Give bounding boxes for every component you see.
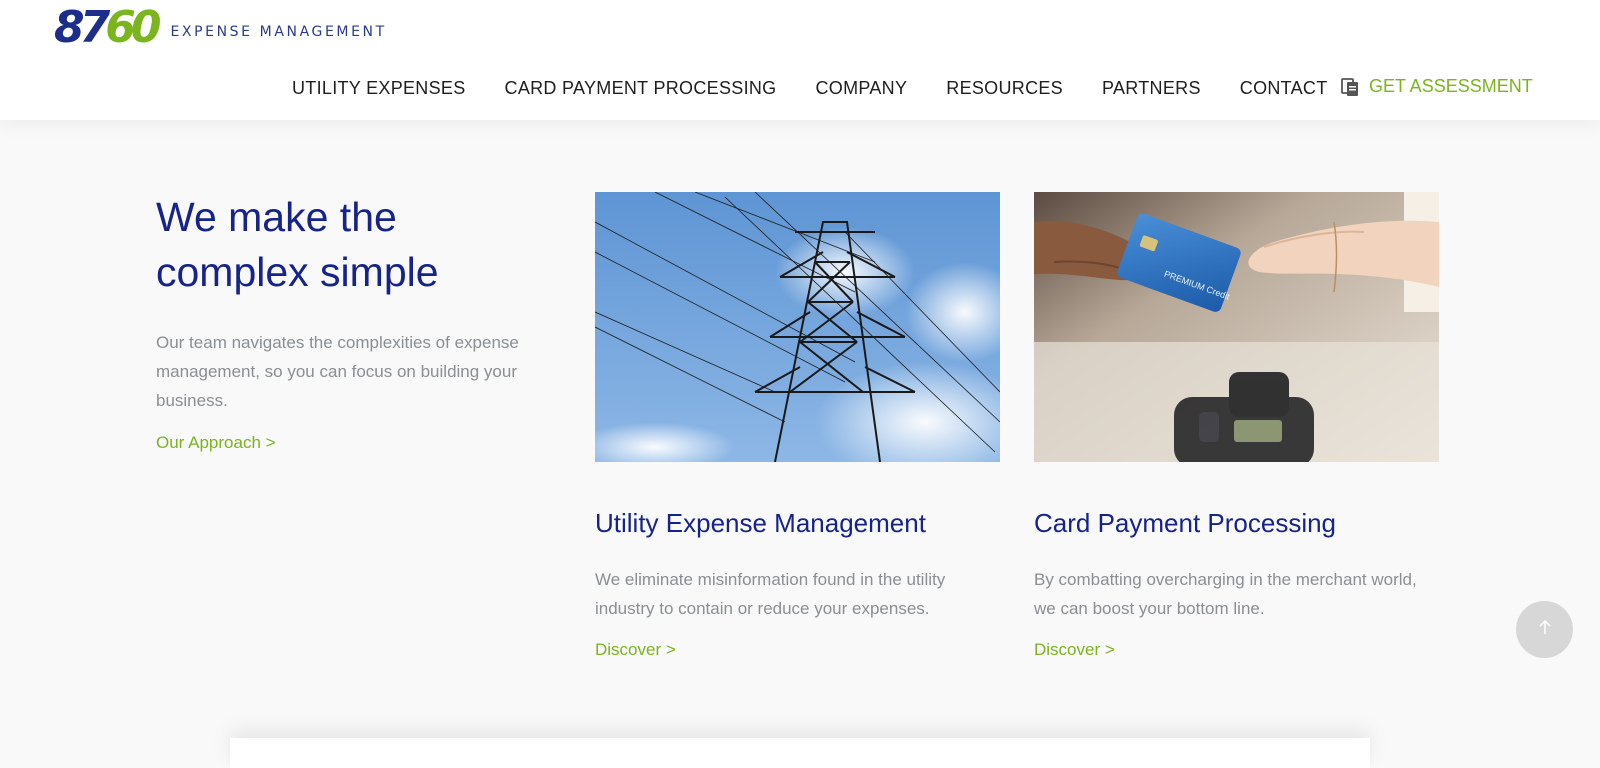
logo-number: 8760 <box>54 2 161 53</box>
card-payment-card-title[interactable]: Card Payment Processing <box>1034 508 1439 539</box>
get-assessment-button[interactable]: GET ASSESSMENT <box>1340 76 1533 97</box>
main-nav: UTILITY EXPENSES CARD PAYMENT PROCESSING… <box>292 78 1367 99</box>
power-line-tower-image[interactable] <box>595 192 1000 462</box>
nav-contact[interactable]: CONTACT <box>1240 78 1328 99</box>
nav-company[interactable]: COMPANY <box>815 78 907 99</box>
card-payment-card: PREMIUM Credit Card Payment Processing B… <box>1034 192 1439 660</box>
logo-number-blue: 87 <box>54 2 110 53</box>
get-assessment-label: GET ASSESSMENT <box>1369 76 1533 96</box>
clipboard-icon <box>1340 77 1360 97</box>
nav-resources[interactable]: RESOURCES <box>946 78 1063 99</box>
nav-partners[interactable]: PARTNERS <box>1102 78 1201 99</box>
utility-discover-link[interactable]: Discover > <box>595 640 676 660</box>
utility-card: Utility Expense Management We eliminate … <box>595 192 1000 660</box>
card-payment-card-text: By combatting overcharging in the mercha… <box>1034 570 1417 618</box>
site-header: 8760 EXPENSE MANAGEMENT UTILITY EXPENSES… <box>0 0 1600 120</box>
logo-number-green: 60 <box>105 2 161 53</box>
credit-card-handoff-image[interactable]: PREMIUM Credit <box>1034 192 1439 462</box>
scroll-to-top-button[interactable] <box>1516 601 1573 658</box>
arrow-up-icon <box>1536 618 1554 641</box>
intro-title: We make the complex simple <box>156 194 439 295</box>
nav-utility-expenses[interactable]: UTILITY EXPENSES <box>292 78 466 99</box>
utility-card-text: We eliminate misinformation found in the… <box>595 570 946 618</box>
utility-card-title[interactable]: Utility Expense Management <box>595 508 1000 539</box>
next-section-edge <box>230 738 1370 768</box>
logo-text: EXPENSE MANAGEMENT <box>170 24 387 40</box>
card-payment-discover-link[interactable]: Discover > <box>1034 640 1115 660</box>
our-approach-link[interactable]: Our Approach > <box>156 433 276 453</box>
nav-card-payment-processing[interactable]: CARD PAYMENT PROCESSING <box>505 78 777 99</box>
intro-text: Our team navigates the complexities of e… <box>156 333 519 410</box>
site-logo[interactable]: 8760 EXPENSE MANAGEMENT <box>54 4 387 52</box>
intro-section: We make the complex simple Our team navi… <box>156 190 556 453</box>
